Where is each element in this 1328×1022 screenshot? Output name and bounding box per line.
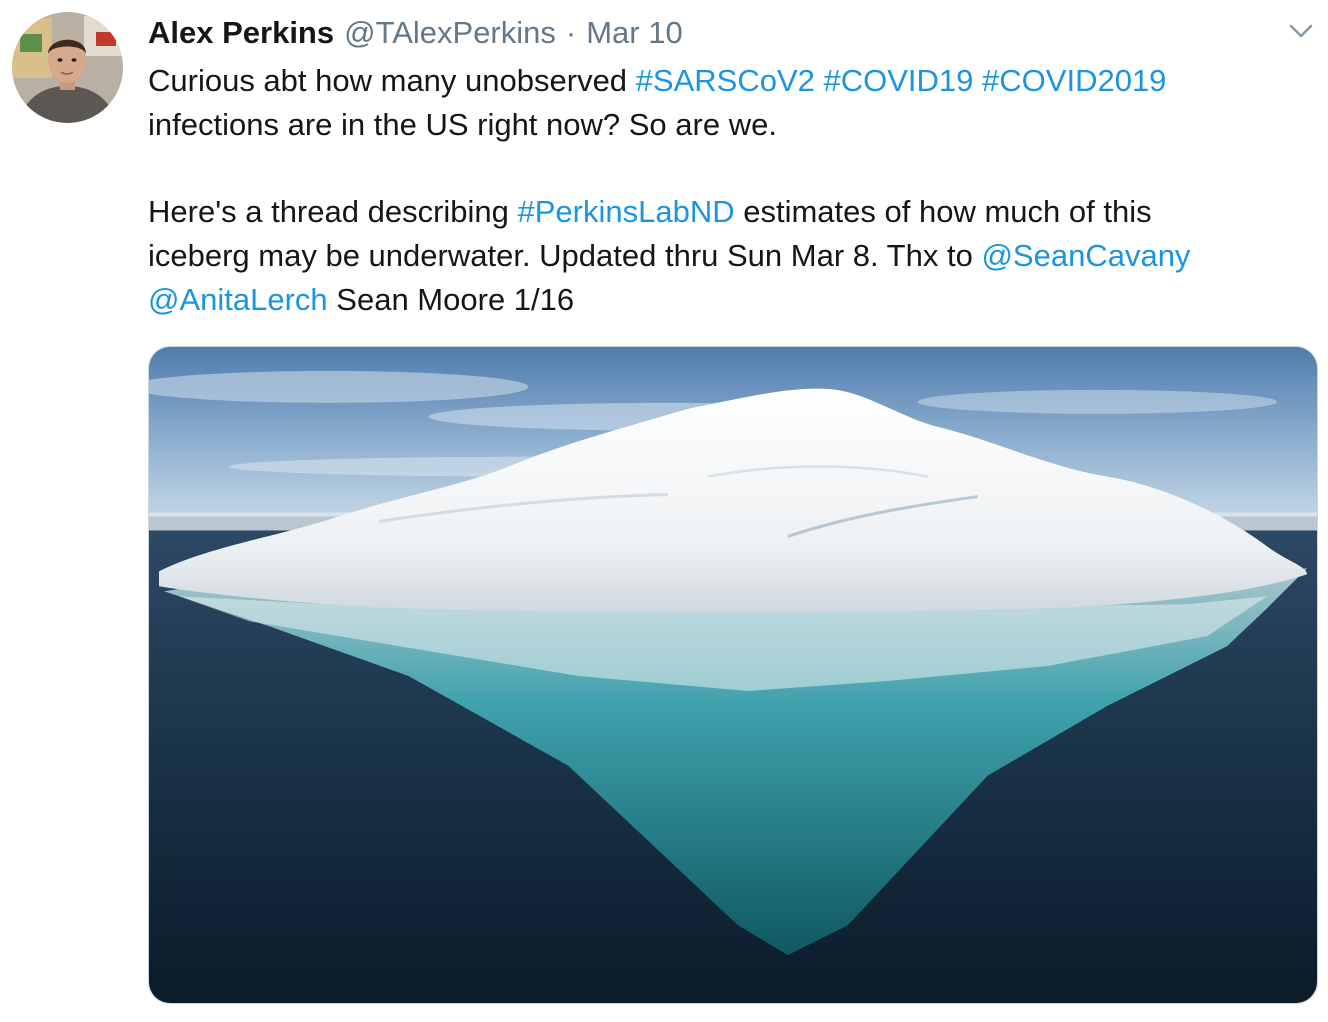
header-separator: · xyxy=(565,15,577,50)
author-handle[interactable]: @TAlexPerkins xyxy=(344,12,556,54)
mention-seancavany-link[interactable]: @SeanCavany xyxy=(981,238,1190,273)
tweet-header: Alex Perkins @TAlexPerkins · Mar 10 xyxy=(148,12,683,54)
text-segment: Sean Moore 1/16 xyxy=(327,282,575,317)
hashtag-covid19-link[interactable]: #COVID19 xyxy=(824,63,974,98)
chevron-down-icon[interactable] xyxy=(1283,14,1319,50)
tweet-text: Curious abt how many unobserved #SARSCoV… xyxy=(148,59,1323,322)
hashtag-sarscov2-link[interactable]: #SARSCoV2 xyxy=(636,63,815,98)
author-display-name[interactable]: Alex Perkins xyxy=(148,12,334,54)
tweet-text-line-3: Here's a thread describing #PerkinsLabND… xyxy=(148,190,1323,234)
tweet-text-line-5: @AnitaLerch Sean Moore 1/16 xyxy=(148,278,1323,322)
tweet-text-line-4: iceberg may be underwater. Updated thru … xyxy=(148,234,1323,278)
text-segment: iceberg may be underwater. Updated thru … xyxy=(148,238,982,273)
text-segment: Curious abt how many unobserved xyxy=(148,63,636,98)
text-segment: Here's a thread describing xyxy=(148,194,518,229)
hashtag-covid2019-link[interactable]: #COVID2019 xyxy=(982,63,1166,98)
hashtag-perkinslabnd-link[interactable]: #PerkinsLabND xyxy=(518,194,735,229)
mention-anitalerch-link[interactable]: @AnitaLerch xyxy=(148,282,328,317)
iceberg-image xyxy=(149,347,1317,1003)
avatar[interactable] xyxy=(12,12,123,123)
tweet-date[interactable]: Mar 10 xyxy=(586,12,682,54)
text-segment: estimates of how much of this xyxy=(734,194,1152,229)
tweet-text-line-2: infections are in the US right now? So a… xyxy=(148,107,777,142)
avatar-image xyxy=(12,12,123,123)
tweet-media-photo[interactable] xyxy=(148,346,1318,1004)
tweet-text-line-1: Curious abt how many unobserved #SARSCoV… xyxy=(148,59,1323,103)
